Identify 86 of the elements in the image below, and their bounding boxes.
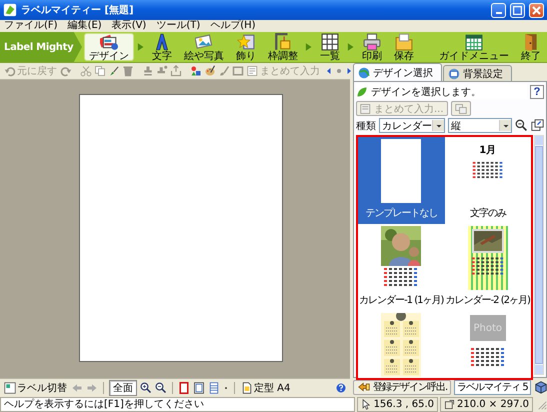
maximize-icon bbox=[513, 6, 522, 14]
product-field[interactable]: ラベルマイティ 5 bbox=[454, 380, 531, 394]
resize-icon bbox=[444, 398, 455, 410]
cards-button[interactable]: デザイン bbox=[84, 33, 134, 61]
design-caption: 文字のみ bbox=[470, 206, 506, 220]
orientation-dropdown[interactable]: 縦 bbox=[448, 118, 512, 133]
design-caption: カレンダー-1 (1ヶ月) bbox=[359, 294, 444, 307]
copy-icon bbox=[454, 102, 467, 114]
design-caption: カレンダー-2 (2ヶ月) bbox=[446, 294, 530, 307]
star-icon bbox=[237, 32, 255, 50]
folder-icon bbox=[395, 32, 413, 50]
grid-icon bbox=[321, 32, 339, 50]
dot-icon bbox=[335, 66, 343, 76]
form-icon bbox=[247, 65, 259, 77]
minimize-icon bbox=[496, 12, 502, 14]
document-icon bbox=[241, 382, 253, 394]
frame-icon bbox=[274, 32, 292, 50]
window-icon[interactable] bbox=[531, 119, 544, 132]
cards-icon bbox=[100, 32, 118, 50]
image-button[interactable]: 絵や写真 bbox=[180, 33, 228, 61]
leaf-icon bbox=[356, 86, 368, 98]
recall-design-button[interactable]: 登録デザイン呼出. bbox=[353, 380, 452, 394]
maximize-button[interactable] bbox=[510, 2, 525, 18]
page-outline-icon[interactable] bbox=[178, 382, 190, 394]
tab[interactable]: 背景設定 bbox=[443, 65, 512, 81]
menu-item[interactable]: ファイル(F) bbox=[4, 20, 58, 32]
zoom-in-icon[interactable] bbox=[140, 382, 152, 394]
left-arrow-icon[interactable] bbox=[325, 66, 333, 76]
grid-button[interactable]: 一覧 bbox=[316, 33, 344, 61]
close-button[interactable] bbox=[529, 2, 544, 18]
brush-icon[interactable] bbox=[108, 65, 120, 77]
printer-icon bbox=[363, 32, 381, 50]
arrow-icon bbox=[357, 381, 371, 393]
menu-item[interactable]: 表示(V) bbox=[112, 20, 146, 32]
app-icon bbox=[3, 3, 17, 17]
undo-icon bbox=[4, 65, 16, 77]
palette-icon[interactable] bbox=[204, 65, 216, 77]
page-size: 210.0 × 297.0 bbox=[457, 398, 529, 410]
folder-button[interactable]: 保存 bbox=[390, 33, 418, 61]
frame-button[interactable]: 枠調整 bbox=[264, 33, 302, 61]
scrollbar[interactable] bbox=[534, 135, 544, 375]
window-title: ラベルマイティー [無題] bbox=[21, 4, 135, 17]
cursor-icon bbox=[360, 398, 372, 410]
calendar-thumbnail bbox=[381, 313, 422, 377]
copy-icon[interactable] bbox=[94, 65, 106, 77]
design-caption: テンプレートなし bbox=[365, 206, 438, 220]
star-button[interactable]: 飾り bbox=[232, 33, 260, 61]
blank-page-thumbnail bbox=[381, 139, 422, 203]
logo: Label Mighty bbox=[0, 32, 82, 62]
tab[interactable]: デザイン選択 bbox=[353, 63, 442, 81]
close-icon bbox=[532, 6, 541, 14]
pen-button[interactable]: 文字 bbox=[148, 33, 176, 61]
label-icon bbox=[4, 382, 16, 394]
type-label: 種類 bbox=[356, 120, 376, 132]
type-dropdown[interactable]: カレンダー bbox=[379, 118, 445, 133]
right-arrow-icon[interactable] bbox=[345, 66, 353, 76]
design-item[interactable]: カレンダー-1 (1ヶ月) bbox=[358, 224, 444, 311]
design-item[interactable]: カレンダー-2 (2ヶ月) bbox=[444, 224, 531, 311]
cursor-position: 156.3 , 65.0 bbox=[374, 398, 434, 410]
shapes-icon[interactable] bbox=[190, 65, 202, 77]
form-icon bbox=[360, 102, 372, 114]
paper-size-button[interactable]: 定型 A4 bbox=[240, 380, 292, 394]
printer-button[interactable]: 印刷 bbox=[358, 33, 386, 61]
fit-page-button[interactable]: 全面 bbox=[109, 380, 137, 396]
door-button[interactable]: 終了 bbox=[517, 33, 545, 61]
label-switch-button[interactable]: ラベル切替 bbox=[3, 380, 68, 394]
help-button[interactable]: ? bbox=[530, 84, 544, 98]
grid-icon[interactable] bbox=[208, 382, 220, 394]
image-icon bbox=[195, 32, 213, 50]
help-icon[interactable] bbox=[335, 382, 347, 394]
margin-icon[interactable] bbox=[193, 382, 205, 394]
zoom-out-icon[interactable] bbox=[155, 382, 167, 394]
month-label: 1月 bbox=[479, 145, 496, 156]
calendar-icon bbox=[465, 32, 483, 50]
calendar-button[interactable]: ガイドメニュー bbox=[435, 33, 513, 61]
status-text: ヘルプを表示するには[F1]を押してください bbox=[0, 396, 355, 412]
menu-item[interactable]: 編集(E) bbox=[68, 20, 102, 32]
copy-button[interactable] bbox=[450, 101, 471, 116]
menu-item[interactable]: ツール(T) bbox=[156, 20, 200, 32]
menu-item[interactable]: ヘルプ(H) bbox=[210, 20, 256, 32]
instruction-text: デザインを選択します。 bbox=[371, 86, 481, 98]
box-icon[interactable] bbox=[534, 380, 547, 394]
zoom-out-icon[interactable] bbox=[515, 119, 528, 132]
design-item[interactable]: 1月 文字のみ bbox=[444, 137, 531, 224]
minimize-button[interactable] bbox=[491, 2, 506, 18]
design-item[interactable]: テンプレートなし bbox=[358, 137, 444, 224]
